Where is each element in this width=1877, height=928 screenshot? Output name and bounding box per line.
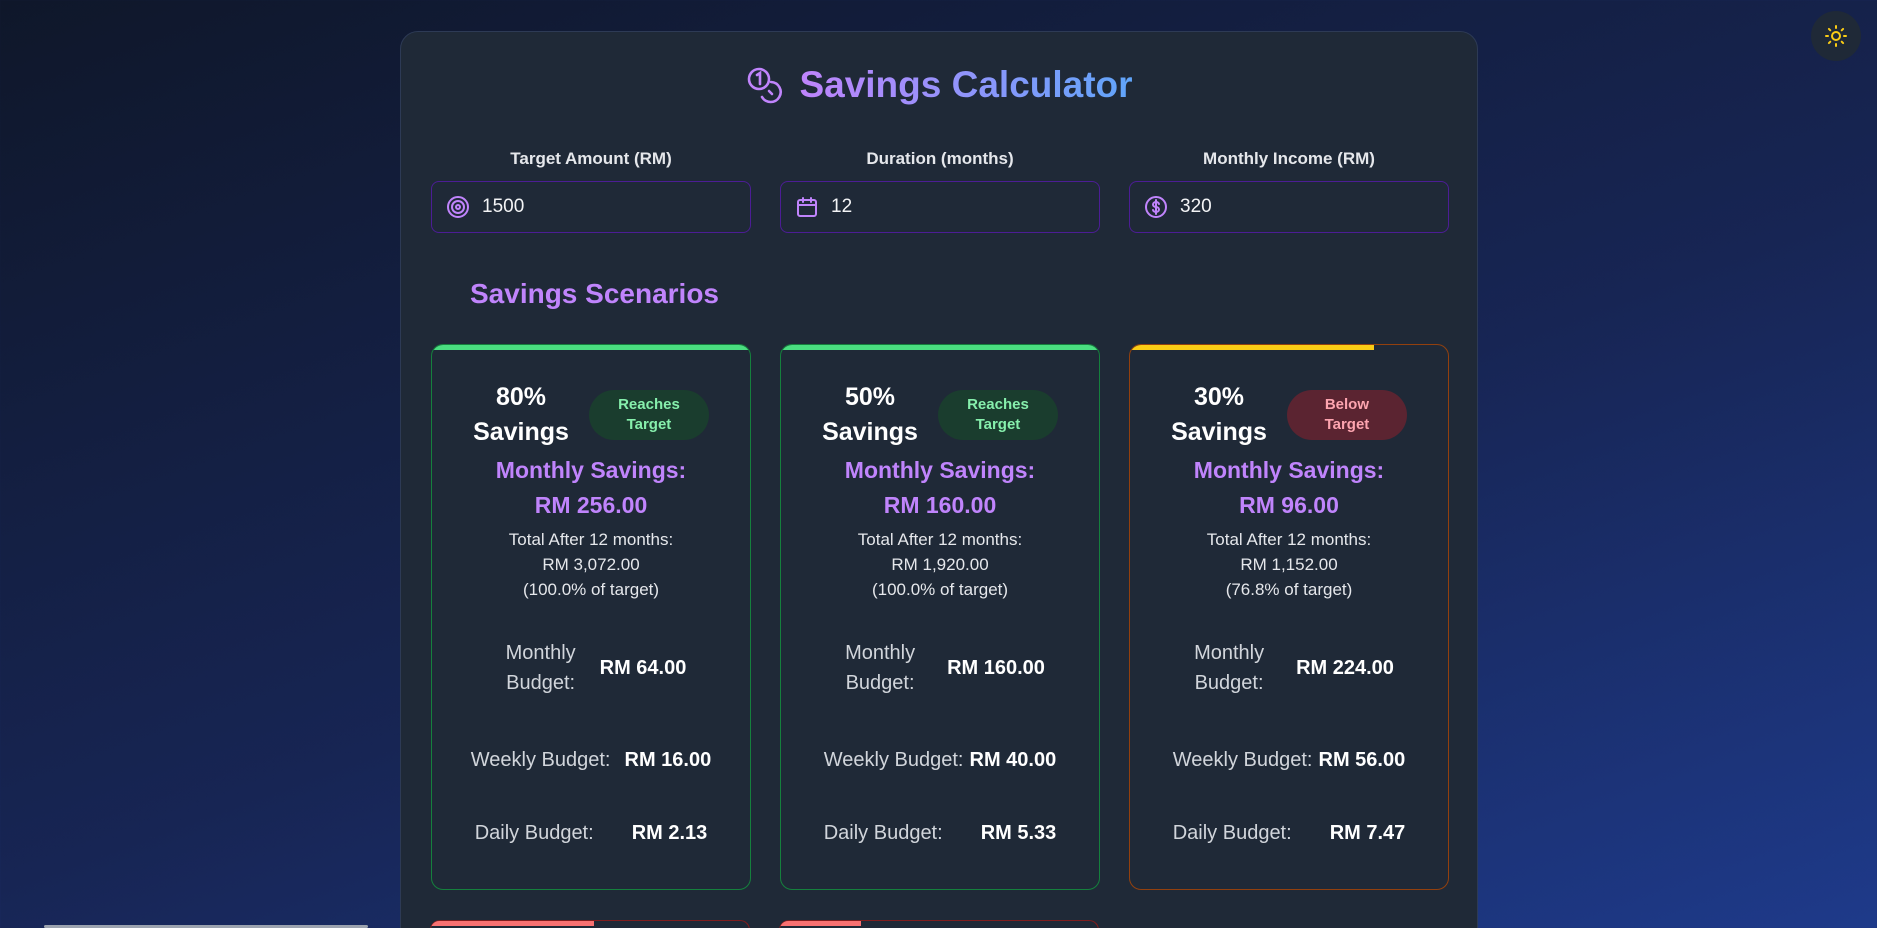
duration-label: Duration (months) — [866, 149, 1014, 168]
daily-budget-row: Daily Budget: RM 7.47 — [1130, 818, 1448, 848]
monthly-budget-label: Monthly Budget: — [505, 642, 576, 694]
theme-toggle-button[interactable] — [1811, 11, 1861, 61]
monthly-income-field: Monthly Income (RM) — [1129, 149, 1449, 233]
total-value: RM 1,920.00 — [891, 555, 989, 574]
weekly-budget-value: RM 16.00 — [624, 748, 712, 771]
status-badge: Reaches Target — [588, 390, 709, 440]
scenario-progress-bar — [432, 345, 750, 350]
sun-icon — [1825, 25, 1847, 47]
monthly-savings-label: Monthly Savings: — [1193, 457, 1385, 483]
header: Savings Calculator — [401, 64, 1477, 106]
partial-progress-bar — [431, 921, 594, 926]
monthly-budget-value: RM 64.00 — [599, 656, 687, 679]
total-value: RM 1,152.00 — [1240, 555, 1338, 574]
weekly-budget-row: Weekly Budget: RM 56.00 — [1130, 745, 1448, 775]
daily-budget-label: Daily Budget: — [1172, 822, 1292, 844]
scenario-card: 80% Savings Reaches Target Monthly Saving… — [431, 344, 751, 890]
monthly-budget-value: RM 160.00 — [947, 656, 1045, 679]
target-amount-field: Target Amount (RM) — [431, 149, 751, 233]
scenario-progress-bar — [1130, 345, 1375, 350]
scenario-card: 30% Savings Below Target Monthly Savings:… — [1129, 344, 1449, 890]
daily-budget-value: RM 2.13 — [631, 821, 708, 844]
monthly-budget-label: Monthly Budget: — [845, 642, 916, 694]
weekly-budget-label: Weekly Budget: — [823, 749, 964, 771]
target-icon — [447, 196, 469, 218]
scenario-card-partial — [779, 920, 1099, 928]
monthly-income-input-box[interactable] — [1129, 181, 1449, 233]
monthly-income-label: Monthly Income (RM) — [1203, 149, 1375, 168]
daily-budget-row: Daily Budget: RM 5.33 — [781, 818, 1099, 848]
duration-input[interactable] — [831, 196, 1071, 218]
daily-budget-value: RM 7.47 — [1329, 821, 1406, 844]
savings-percentage: 30% Savings — [1171, 383, 1267, 446]
status-badge: Reaches Target — [937, 390, 1058, 440]
monthly-savings-value: RM 96.00 — [1239, 492, 1339, 518]
monthly-budget-row: Monthly Budget: RM 224.00 — [1130, 638, 1448, 698]
monthly-budget-row: Monthly Budget: RM 160.00 — [781, 638, 1099, 698]
total-percentage: (100.0% of target) — [522, 580, 660, 599]
daily-budget-label: Daily Budget: — [823, 822, 943, 844]
weekly-budget-label: Weekly Budget: — [1172, 749, 1313, 771]
duration-field: Duration (months) — [780, 149, 1100, 233]
weekly-budget-row: Weekly Budget: RM 16.00 — [432, 745, 750, 775]
status-badge: Below Target — [1286, 390, 1407, 440]
scenario-card: 50% Savings Reaches Target Monthly Saving… — [780, 344, 1100, 890]
total-percentage: (100.0% of target) — [871, 580, 1009, 599]
monthly-savings-label: Monthly Savings: — [844, 457, 1036, 483]
daily-budget-value: RM 5.33 — [980, 821, 1057, 844]
total-label: Total After 12 months: — [857, 530, 1023, 549]
dollar-circle-icon — [1145, 196, 1167, 218]
target-amount-input-box[interactable] — [431, 181, 751, 233]
target-amount-label: Target Amount (RM) — [510, 149, 672, 168]
scenario-progress-bar — [781, 345, 1099, 350]
total-label: Total After 12 months: — [1206, 530, 1372, 549]
page-title: Savings Calculator — [799, 64, 1133, 105]
savings-percentage: 50% Savings — [822, 383, 918, 446]
monthly-budget-value: RM 224.00 — [1296, 656, 1394, 679]
monthly-income-input[interactable] — [1180, 196, 1420, 218]
calendar-icon — [797, 197, 817, 217]
weekly-budget-value: RM 56.00 — [1318, 748, 1406, 771]
monthly-savings-value: RM 160.00 — [883, 492, 997, 518]
target-amount-input[interactable] — [482, 196, 722, 218]
weekly-budget-value: RM 40.00 — [969, 748, 1057, 771]
coins-icon — [748, 67, 783, 104]
total-value: RM 3,072.00 — [542, 555, 640, 574]
monthly-budget-row: Monthly Budget: RM 64.00 — [432, 638, 750, 698]
weekly-budget-row: Weekly Budget: RM 40.00 — [781, 745, 1099, 775]
monthly-savings-label: Monthly Savings: — [495, 457, 687, 483]
daily-budget-row: Daily Budget: RM 2.13 — [432, 818, 750, 848]
duration-input-box[interactable] — [780, 181, 1100, 233]
partial-progress-bar — [780, 921, 862, 926]
scenarios-title: Savings Scenarios — [470, 278, 720, 309]
calculator-panel: Savings Calculator Target Amount (RM) Du… — [400, 31, 1478, 928]
total-label: Total After 12 months: — [508, 530, 674, 549]
weekly-budget-label: Weekly Budget: — [470, 749, 611, 771]
scenario-card-partial — [430, 920, 750, 928]
monthly-savings-value: RM 256.00 — [534, 492, 648, 518]
savings-percentage: 80% Savings — [473, 383, 569, 446]
total-percentage: (76.8% of target) — [1225, 580, 1353, 599]
monthly-budget-label: Monthly Budget: — [1194, 642, 1265, 694]
daily-budget-label: Daily Budget: — [474, 822, 594, 844]
